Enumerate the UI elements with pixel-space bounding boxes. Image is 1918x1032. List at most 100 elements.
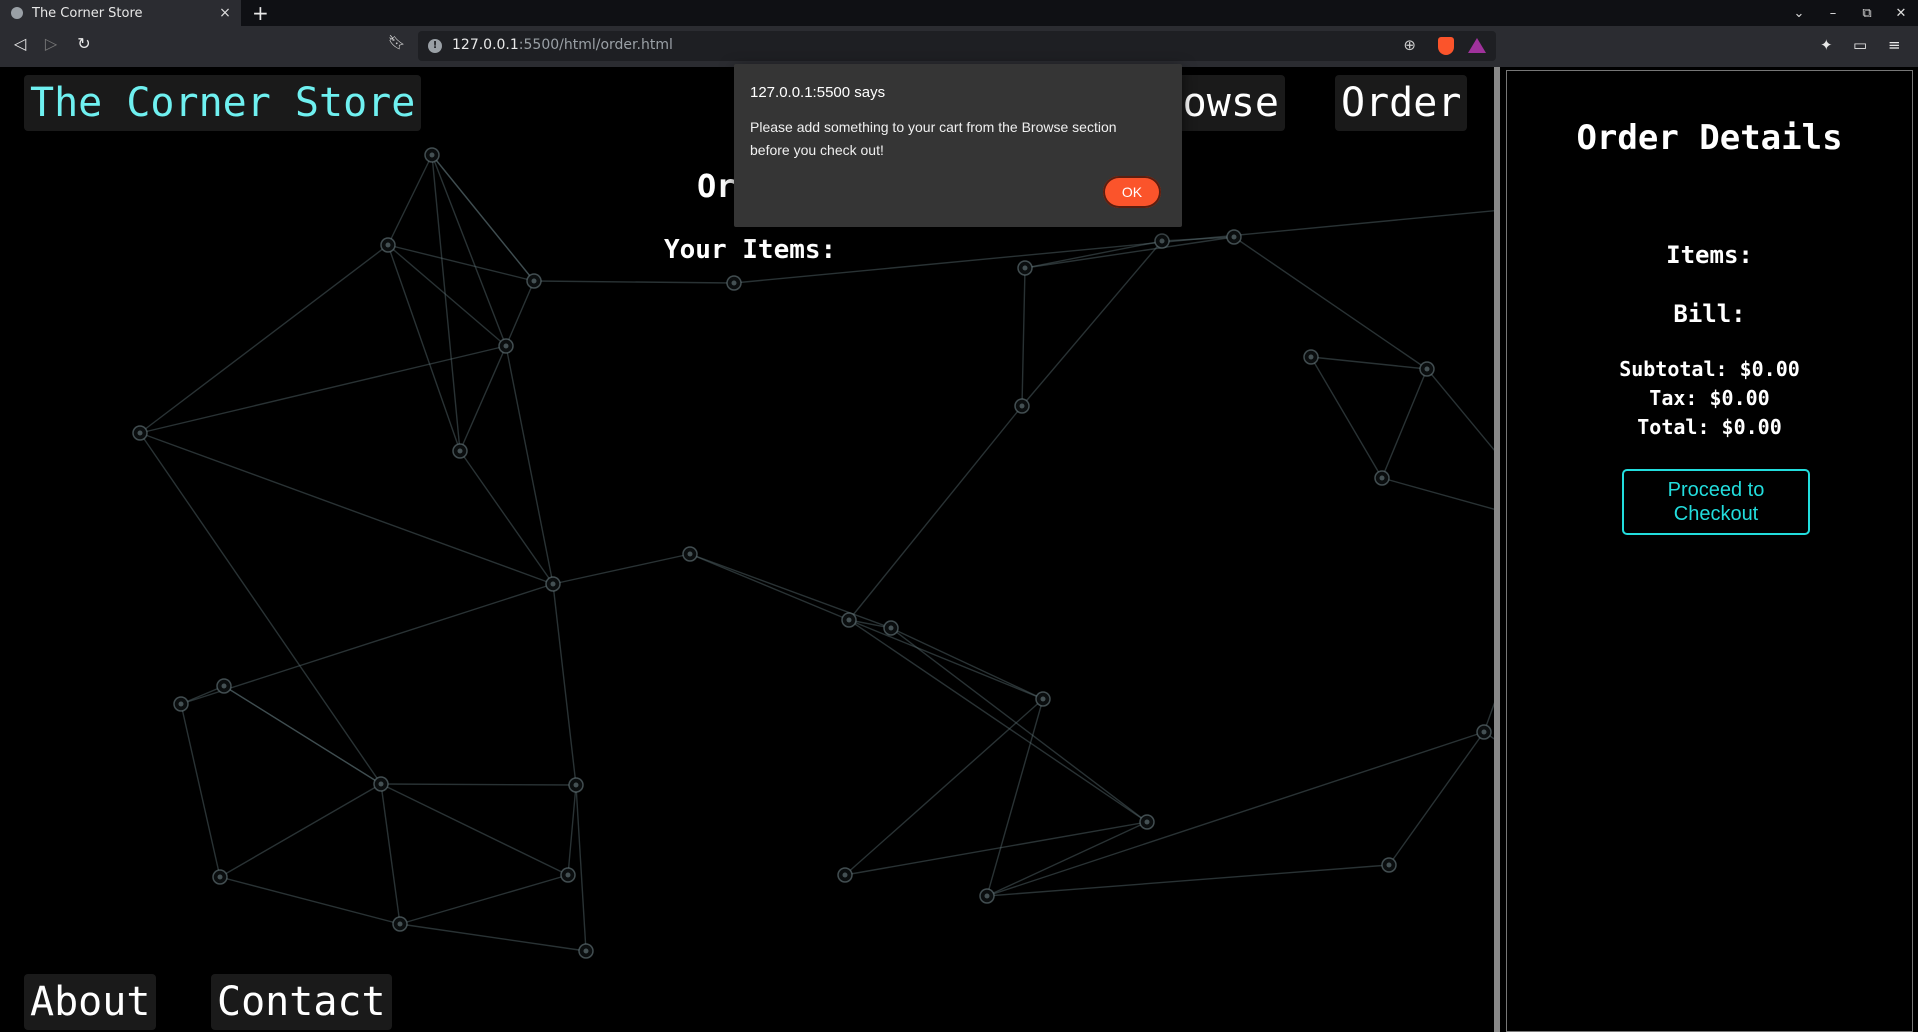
network-edge <box>1233 236 1428 370</box>
network-node-dot <box>178 701 184 707</box>
network-edge <box>180 583 554 705</box>
network-edge <box>844 821 1148 876</box>
bill-label: Bill: <box>1673 300 1746 328</box>
network-node-dot <box>1159 238 1165 244</box>
network-edge <box>848 405 1023 621</box>
network-node-dot <box>565 872 571 878</box>
browser-toolbar: ◁ ▷ ↻ 🔖︎ ! 127.0.0.1:5500/html/order.htm… <box>0 26 1918 67</box>
site-info-icon[interactable]: ! <box>428 39 442 53</box>
network-node-dot <box>1231 234 1237 240</box>
network-node-dot <box>842 872 848 878</box>
globe-icon <box>11 7 23 19</box>
network-edge <box>533 280 735 284</box>
tab-close-icon[interactable]: × <box>215 5 235 21</box>
network-edge <box>986 698 1044 897</box>
alert-dialog: 127.0.0.1:5500 says Please add something… <box>734 64 1182 227</box>
network-node-dot <box>1040 696 1046 702</box>
restore-icon[interactable]: ⧉ <box>1850 6 1884 21</box>
order-details-inner: Order Details Items: Bill: Subtotal: $0.… <box>1506 70 1913 1032</box>
menu-icon[interactable]: ≡ <box>1888 36 1901 54</box>
network-edge <box>575 784 587 952</box>
network-node-dot <box>221 683 227 689</box>
minimize-icon[interactable]: – <box>1816 6 1850 21</box>
window-controls: ⌄ – ⧉ ✕ <box>1782 0 1918 26</box>
network-node-dot <box>531 278 537 284</box>
network-node-dot <box>888 625 894 631</box>
network-edge <box>219 876 401 925</box>
network-node-dot <box>1424 366 1430 372</box>
network-node-dot <box>137 430 143 436</box>
network-node-dot <box>385 242 391 248</box>
network-edge <box>1381 368 1428 479</box>
brave-shields-icon[interactable] <box>1438 37 1454 55</box>
network-edge <box>1388 731 1485 866</box>
network-edge <box>399 874 569 925</box>
extensions-icon[interactable]: ✦ <box>1820 36 1833 54</box>
tab-search-icon[interactable]: ⌄ <box>1782 6 1816 21</box>
brand-logo-link[interactable]: The Corner Store <box>24 75 422 131</box>
footer-contact-link[interactable]: Contact <box>211 974 392 1030</box>
network-edge <box>139 432 382 785</box>
network-edge <box>986 864 1390 897</box>
dialog-ok-button[interactable]: OK <box>1103 176 1161 208</box>
page-title: Or <box>697 167 736 205</box>
proceed-to-checkout-button[interactable]: Proceed to Checkout <box>1622 469 1810 535</box>
network-edge <box>1021 267 1026 407</box>
tax-value: Tax: $0.00 <box>1649 386 1770 410</box>
network-node-dot <box>1386 862 1392 868</box>
network-edge <box>459 345 507 452</box>
total-value: Total: $0.00 <box>1637 415 1782 439</box>
network-node-dot <box>429 152 435 158</box>
brave-rewards-icon[interactable] <box>1468 38 1486 53</box>
nav-order-link[interactable]: Order <box>1335 75 1468 131</box>
network-edge <box>689 553 892 629</box>
wallet-icon[interactable]: ▭ <box>1853 36 1867 54</box>
order-details-title: Order Details <box>1576 118 1843 158</box>
url-text: 127.0.0.1:5500/html/order.html <box>452 37 673 53</box>
tab-title: The Corner Store <box>32 5 143 21</box>
footer-about-link[interactable]: About <box>24 974 157 1030</box>
network-node-dot <box>1144 819 1150 825</box>
network-node-dot <box>846 617 852 623</box>
network-edge <box>844 698 1044 876</box>
network-node-dot <box>457 448 463 454</box>
network-node-dot <box>1019 403 1025 409</box>
network-edge <box>689 553 850 621</box>
dialog-message: Please add something to your cart from t… <box>750 119 1117 158</box>
browser-tab[interactable]: The Corner Store × <box>0 0 241 26</box>
network-node-dot <box>583 948 589 954</box>
network-node-dot <box>984 893 990 899</box>
dialog-origin: 127.0.0.1:5500 says <box>750 84 886 101</box>
forward-icon[interactable]: ▷ <box>39 34 63 53</box>
network-node-dot <box>378 781 384 787</box>
network-edge <box>848 619 1044 700</box>
back-icon[interactable]: ◁ <box>8 34 32 53</box>
network-node-dot <box>731 280 737 286</box>
network-node-dot <box>503 343 509 349</box>
network-edge <box>1310 356 1383 479</box>
network-edge <box>567 784 577 876</box>
reload-icon[interactable]: ↻ <box>72 34 96 53</box>
network-node-dot <box>1379 475 1385 481</box>
tab-strip: The Corner Store × + ⌄ – ⧉ ✕ <box>0 0 1918 26</box>
address-bar[interactable]: ! 127.0.0.1:5500/html/order.html ⊕ <box>418 31 1496 61</box>
network-edge <box>552 553 691 585</box>
network-edge <box>1024 240 1163 269</box>
network-edge <box>431 154 507 347</box>
network-node-dot <box>397 921 403 927</box>
close-window-icon[interactable]: ✕ <box>1884 6 1918 21</box>
network-edge <box>459 450 554 585</box>
new-tab-button[interactable]: + <box>252 2 269 24</box>
bookmark-icon[interactable]: 🔖︎ <box>388 35 406 51</box>
items-label: Items: <box>1666 241 1753 269</box>
order-details-panel: Order Details Items: Bill: Subtotal: $0.… <box>1494 67 1918 1032</box>
network-edge <box>380 783 577 786</box>
network-edge <box>1310 356 1428 370</box>
network-edge <box>505 280 535 347</box>
network-edge <box>431 154 535 282</box>
network-edge <box>180 703 221 878</box>
zoom-icon[interactable]: ⊕ <box>1403 36 1416 54</box>
subtotal-value: Subtotal: $0.00 <box>1619 357 1800 381</box>
network-edge <box>139 244 389 434</box>
network-edge <box>380 783 569 876</box>
